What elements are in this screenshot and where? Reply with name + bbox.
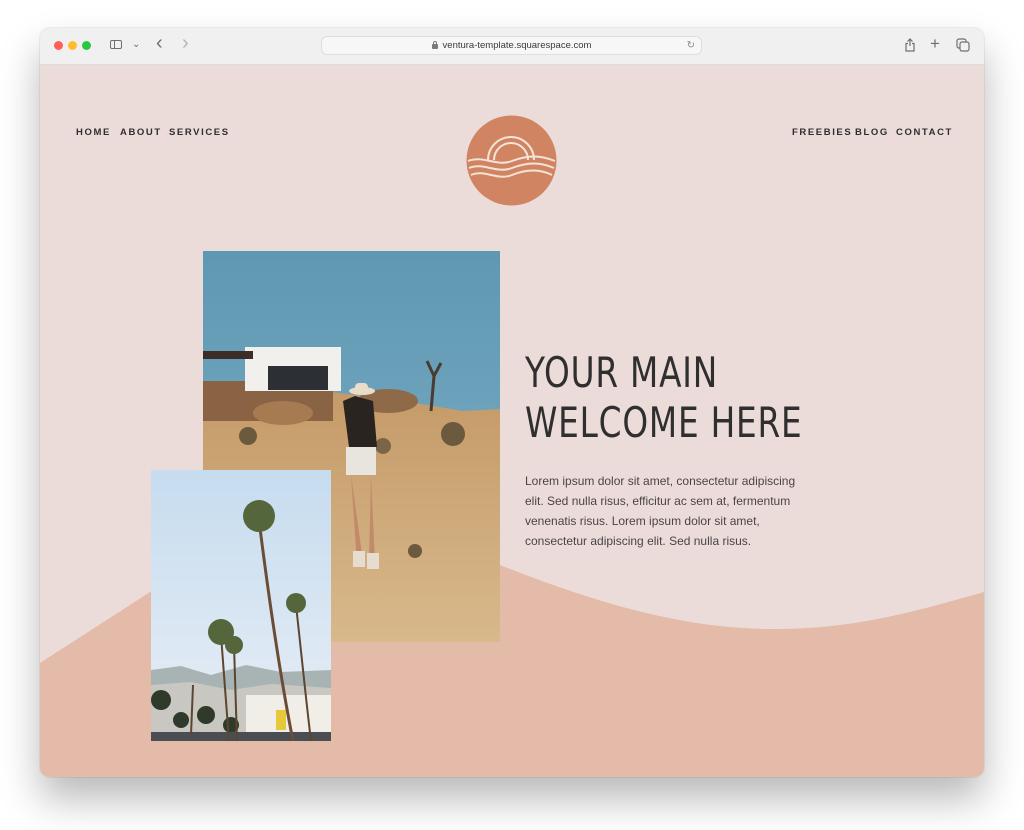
hero-body-text: Lorem ipsum dolor sit amet, consectetur … bbox=[525, 474, 796, 548]
palm-trees-photo bbox=[151, 470, 331, 741]
back-icon[interactable]: ‹ bbox=[156, 33, 163, 53]
sidebar-icon[interactable] bbox=[110, 40, 122, 49]
url-text: ventura-template.squarespace.com bbox=[442, 40, 592, 51]
nav-blog[interactable]: BLOG bbox=[855, 127, 889, 138]
nav-home[interactable]: HOME bbox=[76, 127, 111, 138]
share-icon[interactable] bbox=[904, 38, 916, 52]
forward-icon[interactable]: › bbox=[182, 33, 189, 53]
plus-icon[interactable]: + bbox=[930, 34, 940, 54]
web-page: HOME ABOUT SERVICES FREEBIES BLOG CONTAC… bbox=[40, 65, 984, 777]
nav-contact[interactable]: CONTACT bbox=[896, 127, 953, 138]
nav-services[interactable]: SERVICES bbox=[169, 127, 230, 138]
hero-headline: YOUR MAIN WELCOME HERE bbox=[525, 348, 803, 448]
hero-headline-line1: YOUR MAIN bbox=[525, 348, 719, 397]
sun-over-waves-logo[interactable] bbox=[466, 115, 557, 206]
nav-freebies[interactable]: FREEBIES bbox=[792, 127, 852, 138]
browser-toolbar: ⌄ ‹ › ventura-template.squarespace.com ↻… bbox=[40, 28, 984, 65]
lock-icon bbox=[431, 41, 438, 49]
minimize-window-button[interactable] bbox=[68, 41, 77, 50]
maximize-window-button[interactable] bbox=[82, 41, 91, 50]
tabs-overview-icon[interactable] bbox=[956, 38, 970, 52]
address-bar[interactable]: ventura-template.squarespace.com ↻ bbox=[321, 36, 702, 55]
chevron-down-icon[interactable]: ⌄ bbox=[132, 35, 140, 55]
browser-window: ⌄ ‹ › ventura-template.squarespace.com ↻… bbox=[40, 28, 984, 777]
reload-icon[interactable]: ↻ bbox=[687, 37, 695, 54]
close-window-button[interactable] bbox=[54, 41, 63, 50]
nav-about[interactable]: ABOUT bbox=[120, 127, 162, 138]
hero-headline-line2: WELCOME HERE bbox=[525, 398, 803, 447]
